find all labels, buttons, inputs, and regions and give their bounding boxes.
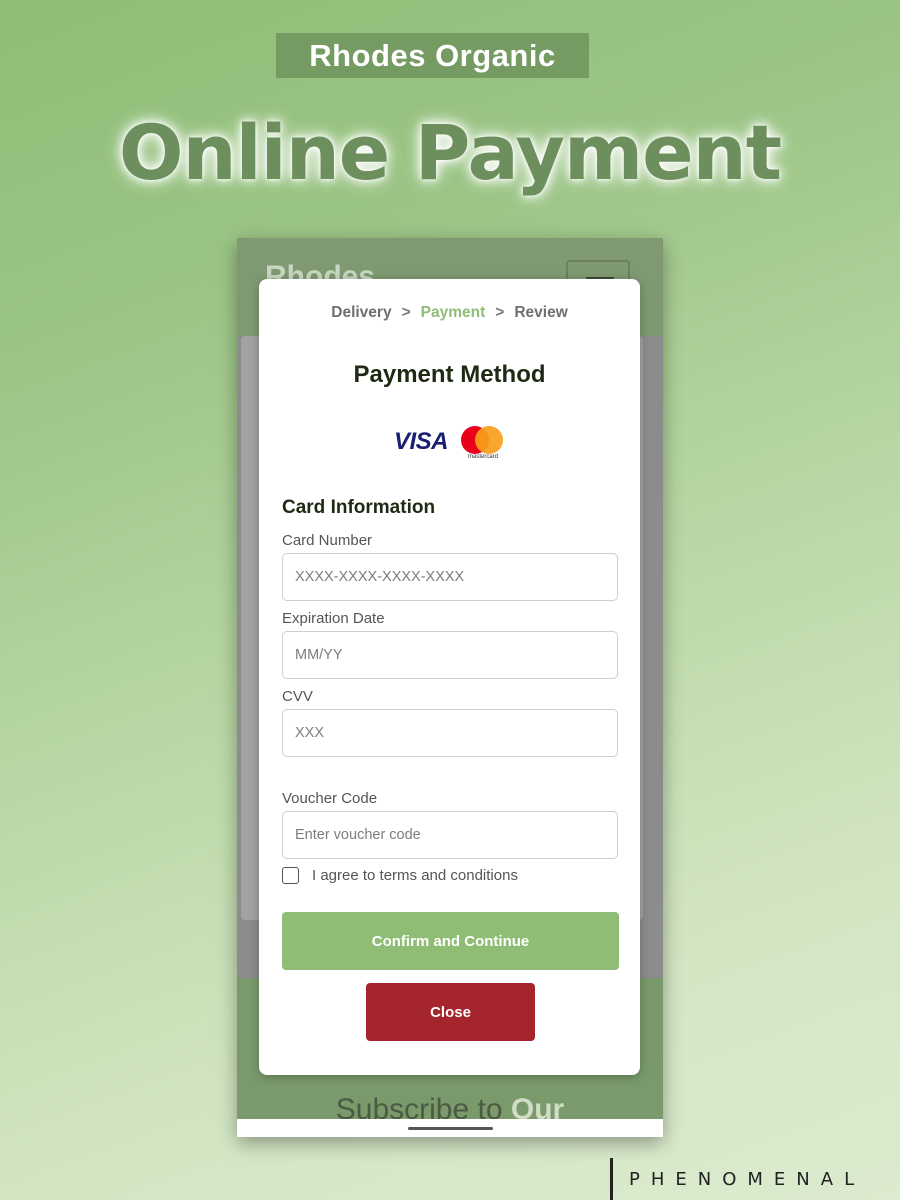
- signature: PHENOMENAL: [610, 1158, 865, 1200]
- step-review[interactable]: Review: [514, 304, 567, 321]
- card-number-input[interactable]: [282, 553, 618, 601]
- step-separator-icon: >: [495, 304, 505, 321]
- confirm-continue-button[interactable]: Confirm and Continue: [282, 912, 619, 970]
- signature-text: PHENOMENAL: [629, 1168, 866, 1190]
- card-number-label: Card Number: [282, 532, 373, 549]
- brand-tag: Rhodes Organic: [276, 33, 589, 78]
- mastercard-wordmark: mastercard: [467, 454, 498, 460]
- terms-checkbox[interactable]: [282, 867, 299, 884]
- home-indicator-bar: [237, 1119, 663, 1137]
- expiration-date-label: Expiration Date: [282, 610, 385, 627]
- terms-row: I agree to terms and conditions: [282, 867, 518, 884]
- section-title: Card Information: [282, 497, 436, 518]
- step-separator-icon: >: [401, 304, 411, 321]
- mastercard-logo-icon: mastercard: [459, 426, 505, 462]
- checkout-steps: Delivery > Payment > Review: [259, 304, 640, 322]
- modal-title: Payment Method: [353, 361, 546, 388]
- voucher-code-label: Voucher Code: [282, 790, 378, 807]
- step-payment[interactable]: Payment: [421, 304, 486, 321]
- cvv-label: CVV: [282, 688, 313, 705]
- signature-divider: [610, 1158, 613, 1200]
- terms-label[interactable]: I agree to terms and conditions: [312, 867, 518, 884]
- payment-modal: Delivery > Payment > Review Payment Method V…: [259, 279, 640, 1075]
- visa-logo-icon: VISA: [394, 428, 449, 455]
- voucher-code-input[interactable]: [282, 811, 618, 859]
- expiration-date-input[interactable]: [282, 631, 618, 679]
- page-title: Online Payment: [118, 108, 782, 197]
- cvv-input[interactable]: [282, 709, 618, 757]
- close-button[interactable]: Close: [366, 983, 535, 1041]
- home-indicator-icon: [408, 1127, 493, 1130]
- step-delivery[interactable]: Delivery: [331, 304, 391, 321]
